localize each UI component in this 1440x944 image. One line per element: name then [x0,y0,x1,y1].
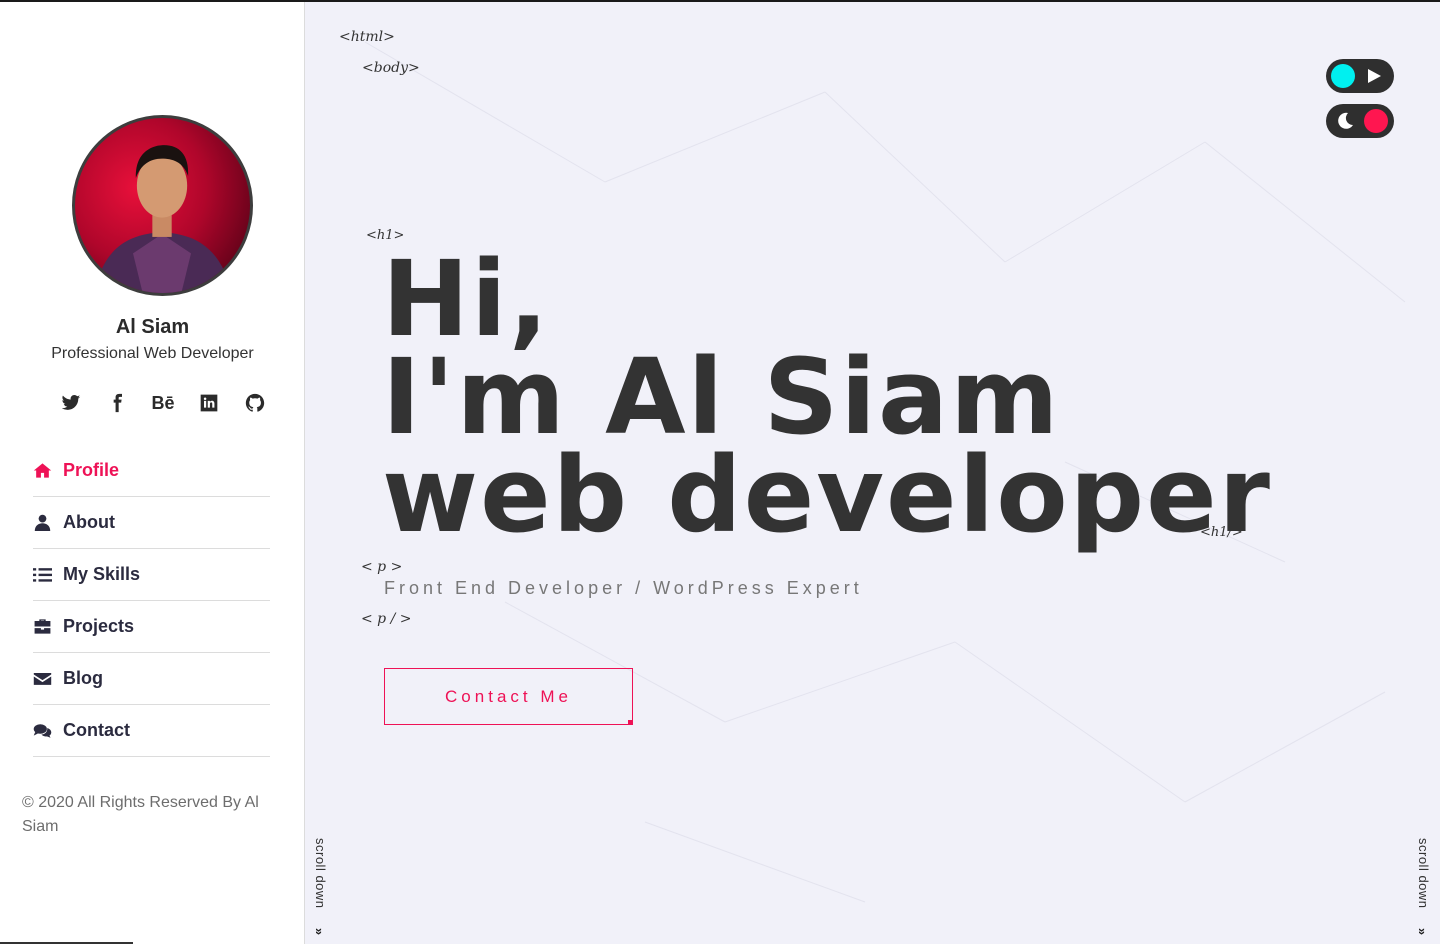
avatar [72,115,253,296]
nav-item-profile[interactable]: Profile [33,445,270,497]
hero-heading: Hi, I'm Al Siam web developer [382,238,1272,556]
moon-icon [1338,112,1353,129]
twitter-link[interactable] [48,391,94,415]
list-icon [33,568,52,582]
contact-me-button[interactable]: Contact Me [384,668,633,725]
contact-me-label: Contact Me [445,686,572,706]
nav-item-label: About [63,512,115,532]
hero-subtitle: Front End Developer / WordPress Expert [384,578,863,598]
nav-item-contact[interactable]: Contact [33,705,270,757]
envelope-icon [33,672,52,685]
home-icon [33,463,52,478]
nav-item-projects[interactable]: Projects [33,601,270,653]
hero-line-3: web developer [382,434,1272,556]
behance-icon: Bē [151,392,175,413]
profile-role: Professional Web Developer [51,345,254,362]
avatar-portrait [94,145,232,293]
nav-item-label: Blog [63,668,103,688]
copyright-text: © 2020 All Rights Reserved By Al Siam [22,794,259,835]
behance-link[interactable]: Bē [140,391,186,415]
scroll-down-right[interactable]: scroll down [1416,838,1431,909]
tag-html: <html> [339,29,395,45]
tag-body: <body> [362,60,420,76]
github-link[interactable] [232,391,278,415]
sidebar: Al Siam Professional Web Developer Bē Pr… [0,2,305,944]
facebook-link[interactable] [94,391,140,415]
hero-line-2: I'm Al Siam [382,336,1061,458]
nav-item-blog[interactable]: Blog [33,653,270,705]
chevron-down-icon: » [1415,927,1431,936]
nav-item-label: Contact [63,720,130,740]
animation-toggle[interactable] [1326,59,1394,93]
facebook-icon [113,393,122,413]
tag-p-close: < p / > [361,611,412,627]
nav-item-my-skills[interactable]: My Skills [33,549,270,601]
linkedin-link[interactable] [186,391,232,415]
briefcase-icon [34,619,51,634]
tag-p-open: < p > [361,559,403,575]
main-nav: Profile About My Skills Projects Blog Co… [33,445,270,757]
play-icon [1368,69,1381,83]
twitter-icon [61,395,81,410]
nav-item-label: Projects [63,616,135,636]
chevron-down-icon: » [312,927,328,936]
nav-item-label: My Skills [63,564,141,584]
top-border [0,0,1440,2]
button-corner-accent [628,720,633,725]
comments-icon [33,724,52,738]
linkedin-icon [200,394,218,412]
social-links: Bē [48,391,278,415]
hero-line-1: Hi, [382,238,551,360]
profile-name: Al Siam [115,316,190,338]
nav-item-label: Profile [63,460,120,480]
theme-toggle[interactable] [1326,104,1394,138]
user-icon [34,514,51,531]
toggle-knob [1364,109,1388,133]
toggle-knob [1331,64,1355,88]
github-icon [245,393,265,412]
nav-item-about[interactable]: About [33,497,270,549]
scroll-down-left[interactable]: scroll down [313,838,328,909]
